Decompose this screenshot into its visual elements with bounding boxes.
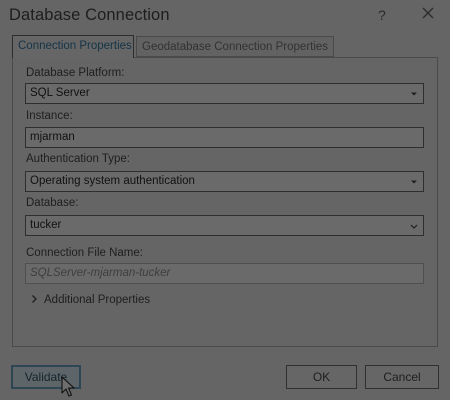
instance-label: Instance: (26, 110, 73, 122)
database-label: Database: (26, 197, 79, 209)
platform-select[interactable]: SQL Server (25, 83, 424, 104)
dialog-title: Database Connection (9, 6, 170, 24)
tab-geodatabase-connection-properties[interactable]: Geodatabase Connection Properties (136, 36, 334, 57)
tab-connection-properties[interactable]: Connection Properties (12, 35, 134, 58)
platform-label: Database Platform: (26, 67, 125, 79)
connection-file-label: Connection File Name: (26, 247, 143, 259)
close-icon (422, 7, 434, 19)
connection-file-placeholder: SQLServer-mjarman-tucker (30, 267, 171, 279)
ok-button[interactable]: OK (286, 365, 357, 389)
auth-label: Authentication Type: (26, 153, 130, 165)
auth-value: Operating system authentication (30, 175, 195, 187)
auth-select[interactable]: Operating system authentication (25, 171, 424, 192)
database-connection-dialog: Database Connection ? Connection Propert… (0, 0, 450, 400)
mouse-pointer-icon (61, 376, 75, 397)
database-value: tucker (30, 219, 62, 231)
chevron-down-icon (411, 92, 417, 96)
chevron-right-icon (32, 295, 37, 303)
chevron-down-icon (411, 180, 417, 184)
cancel-button[interactable]: Cancel (365, 365, 439, 389)
additional-properties-expander[interactable]: Additional Properties (31, 294, 150, 306)
platform-value: SQL Server (30, 87, 90, 99)
database-select[interactable]: tucker (25, 215, 424, 236)
help-button[interactable]: ? (378, 7, 386, 23)
close-button[interactable] (420, 5, 436, 21)
chevron-down-icon (410, 224, 418, 229)
connection-file-input[interactable]: SQLServer-mjarman-tucker (25, 263, 424, 284)
instance-value: mjarman (30, 131, 75, 143)
additional-properties-label: Additional Properties (44, 294, 151, 306)
instance-input[interactable]: mjarman (25, 127, 424, 148)
